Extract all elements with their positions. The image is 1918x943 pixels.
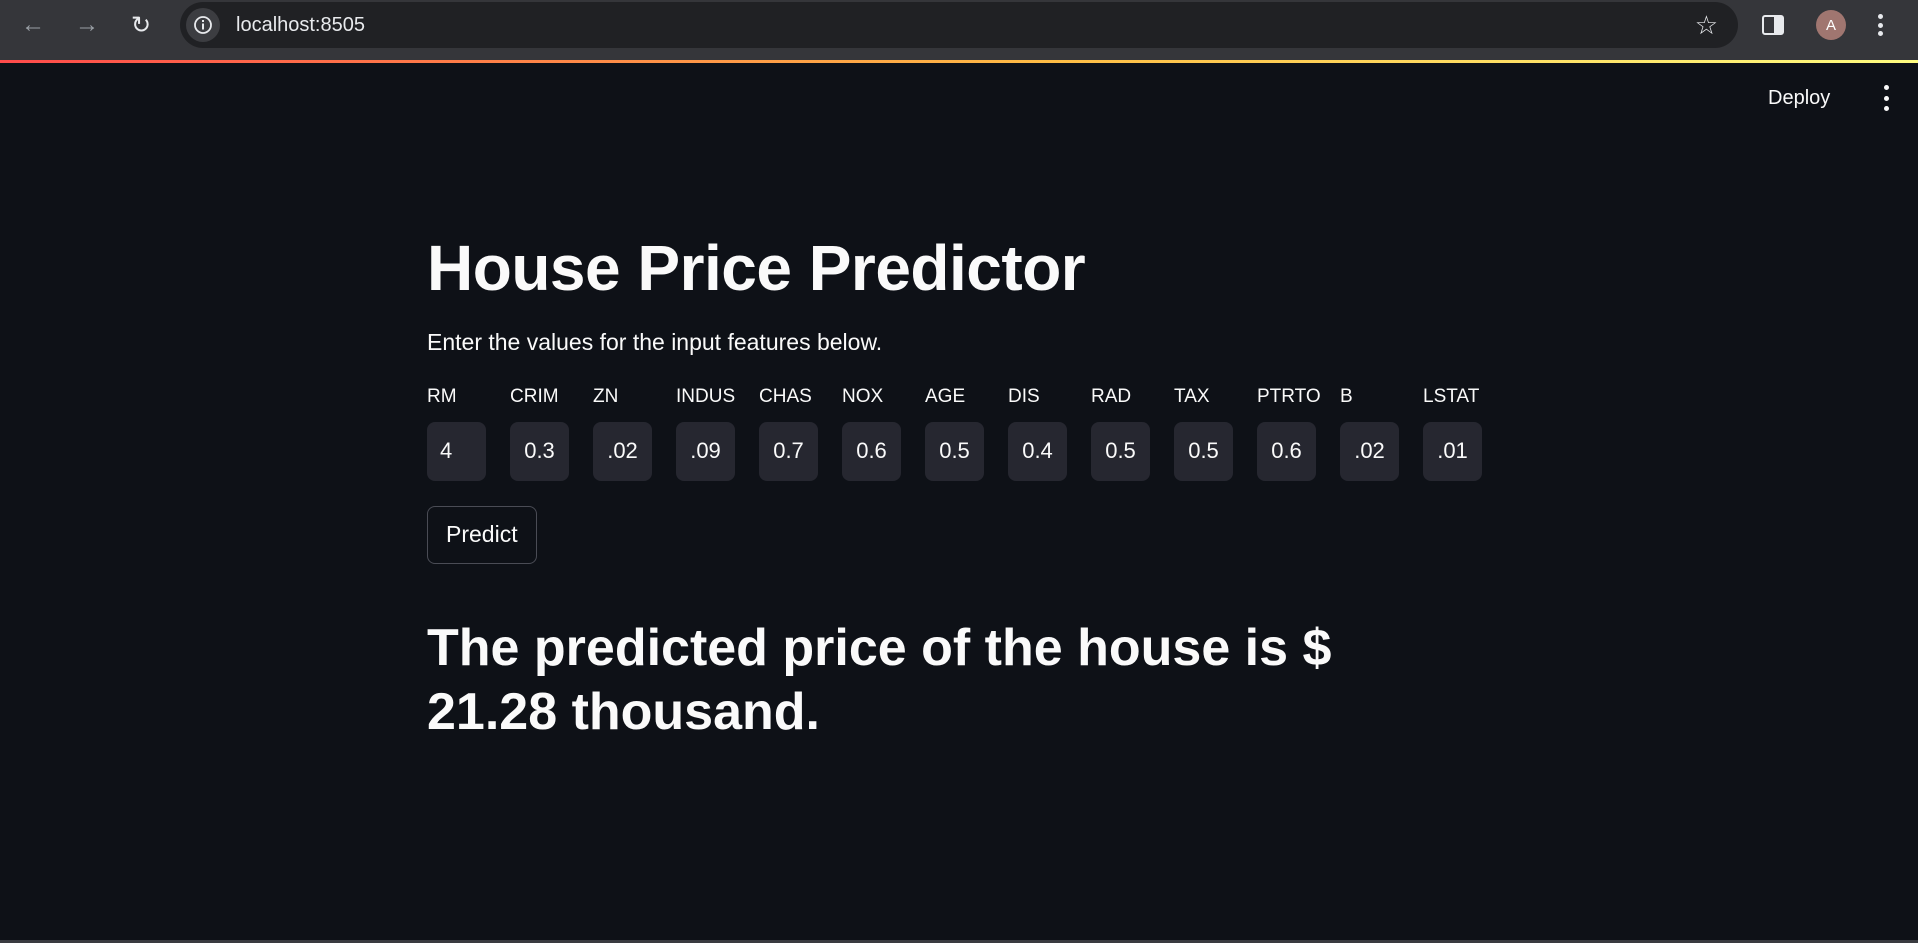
field-indus: INDUS xyxy=(676,386,735,481)
zn-input[interactable] xyxy=(593,421,652,481)
chas-input[interactable] xyxy=(759,421,818,481)
prediction-result: The predicted price of the house is $ 21… xyxy=(427,618,1332,742)
field-label: B xyxy=(1340,385,1353,407)
tax-input[interactable] xyxy=(1174,421,1233,481)
indus-input[interactable] xyxy=(676,421,735,481)
field-label: NOX xyxy=(842,385,884,407)
field-label: AGE xyxy=(925,385,966,407)
browser-menu-icon[interactable] xyxy=(1868,10,1892,40)
avatar-letter: A xyxy=(1825,16,1836,34)
field-label: DIS xyxy=(1008,385,1040,407)
field-label: RAD xyxy=(1091,385,1132,407)
main-content: House Price Predictor Enter the values f… xyxy=(427,230,1527,745)
field-label: CHAS xyxy=(759,385,812,407)
page-subtitle: Enter the values for the input features … xyxy=(427,328,883,355)
field-age: AGE xyxy=(925,386,984,481)
dis-input[interactable] xyxy=(1008,421,1067,481)
field-label: CRIM xyxy=(510,385,559,407)
reload-icon[interactable]: ↻ xyxy=(114,0,168,50)
field-rad: RAD xyxy=(1091,386,1150,481)
rad-input[interactable] xyxy=(1091,421,1150,481)
field-label: LSTAT xyxy=(1423,385,1480,407)
bookmark-star-icon[interactable]: ☆ xyxy=(1695,2,1718,48)
browser-actions: A xyxy=(1756,0,1892,50)
field-tax: TAX xyxy=(1174,386,1233,481)
field-ptrto: PTRTO xyxy=(1257,385,1321,481)
deploy-button[interactable]: Deploy xyxy=(1768,83,1830,113)
site-info-icon[interactable] xyxy=(186,8,220,42)
predict-button[interactable]: Predict xyxy=(427,505,537,564)
field-chas: CHAS xyxy=(759,386,818,481)
forward-arrow-icon[interactable]: → xyxy=(60,0,114,50)
browser-toolbar: ← → ↻ localhost:8505 ☆ A xyxy=(0,0,1918,63)
feature-inputs: RM CRIM ZN INDUS CHAS NOX AGE DIS xyxy=(427,386,1527,481)
field-rm: RM xyxy=(427,386,486,481)
field-crim: CRIM xyxy=(510,386,569,481)
app-menu-icon[interactable] xyxy=(1874,85,1898,111)
ptrto-input[interactable] xyxy=(1257,421,1316,481)
field-label: ZN xyxy=(593,385,619,407)
field-zn: ZN xyxy=(593,386,652,481)
lstat-input[interactable] xyxy=(1423,421,1482,481)
field-dis: DIS xyxy=(1008,386,1067,481)
field-lstat: LSTAT xyxy=(1423,386,1482,481)
field-b: B xyxy=(1340,386,1399,481)
b-input[interactable] xyxy=(1340,421,1399,481)
address-bar[interactable]: localhost:8505 ☆ xyxy=(180,2,1738,48)
crim-input[interactable] xyxy=(510,421,569,481)
field-label: INDUS xyxy=(676,385,736,407)
back-arrow-icon[interactable]: ← xyxy=(6,0,60,50)
app-header: Deploy xyxy=(0,63,1918,133)
profile-avatar[interactable]: A xyxy=(1816,10,1846,40)
side-panel-icon[interactable] xyxy=(1762,15,1784,35)
page-title: House Price Predictor xyxy=(427,232,1086,304)
field-nox: NOX xyxy=(842,386,901,481)
age-input[interactable] xyxy=(925,421,984,481)
field-label: PTRTO xyxy=(1257,385,1321,407)
nox-input[interactable] xyxy=(842,421,901,481)
url-text[interactable]: localhost:8505 xyxy=(236,14,365,37)
field-label: RM xyxy=(427,385,457,407)
field-label: TAX xyxy=(1174,385,1210,407)
rm-input[interactable] xyxy=(427,421,486,481)
